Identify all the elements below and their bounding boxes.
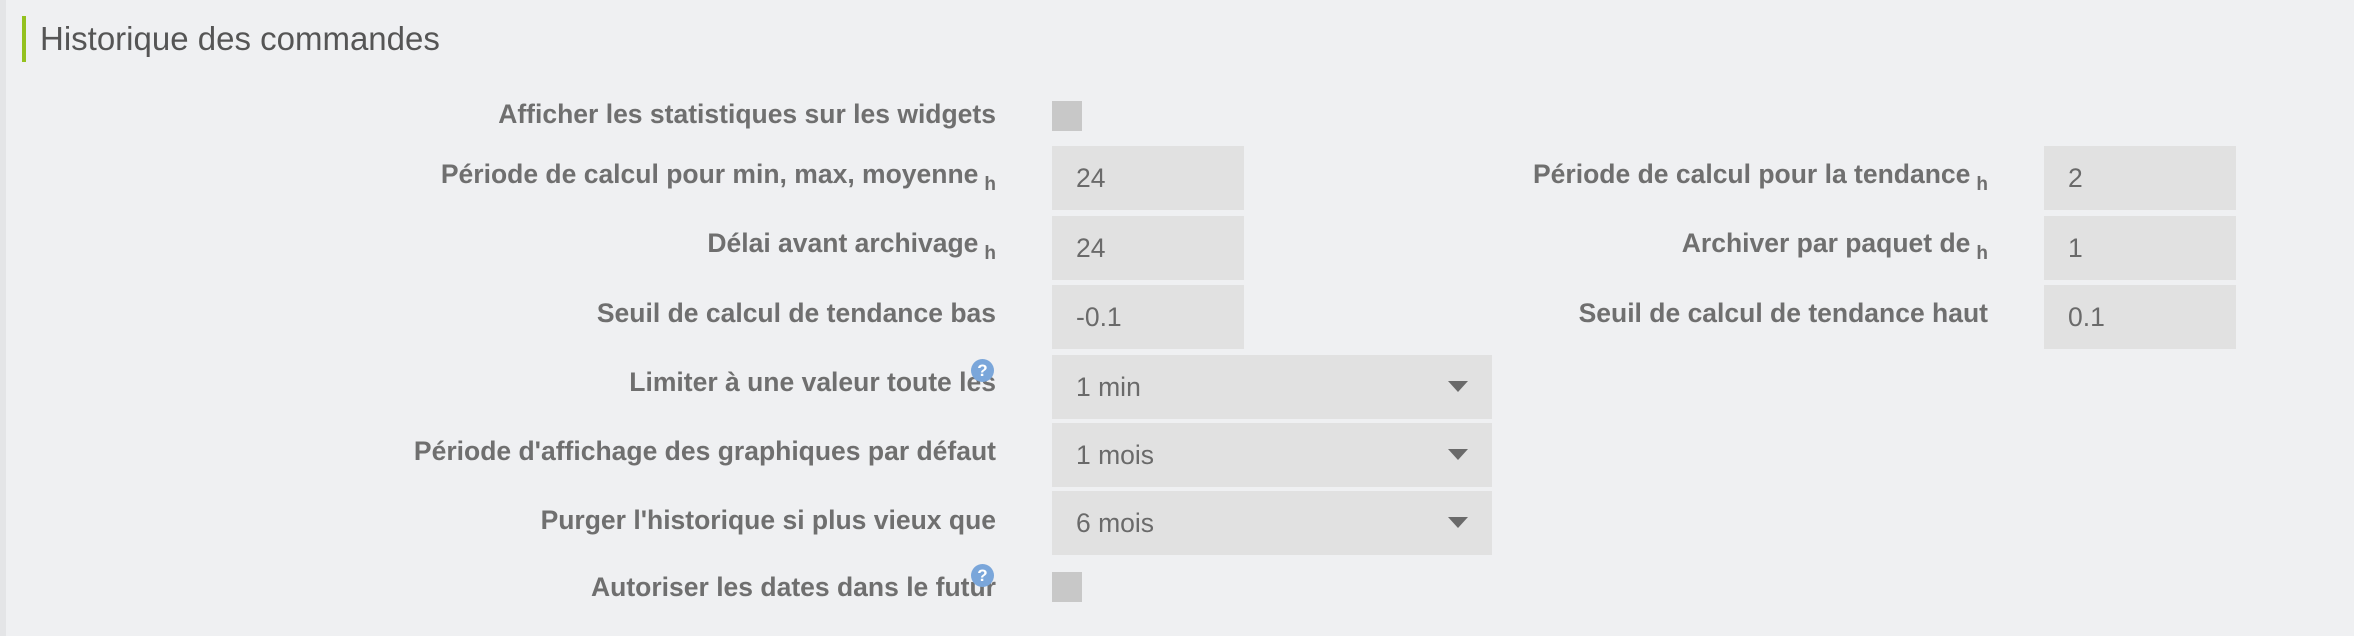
trend-high-input[interactable]: 0.1	[2044, 285, 2236, 349]
allow-future-label-text: Autoriser les dates dans le futur	[591, 572, 996, 602]
minmax-period-label: Période de calcul pour min, max, moyenne…	[441, 156, 996, 196]
minmax-period-input[interactable]: 24	[1052, 146, 1244, 210]
trend-period-value: 2	[2068, 163, 2083, 193]
trend-low-input[interactable]: -0.1	[1052, 285, 1244, 349]
chevron-down-icon	[1448, 517, 1468, 528]
limit-value-select[interactable]: 1 min	[1052, 355, 1492, 419]
trend-low-value: -0.1	[1076, 302, 1122, 332]
minmax-period-label-text: Période de calcul pour min, max, moyenne	[440, 159, 979, 189]
trend-period-unit: h	[1976, 174, 1988, 195]
limit-value-help-icon[interactable]: ?	[971, 359, 994, 382]
limit-value-label-text: Limiter à une valeur toute les	[629, 367, 996, 397]
graph-period-label-text: Période d'affichage des graphiques par d…	[413, 436, 996, 466]
trend-low-label: Seuil de calcul de tendance bas	[597, 295, 996, 331]
show-stats-label-text: Afficher les statistiques sur les widget…	[498, 99, 996, 129]
archive-delay-label-text: Délai avant archivage	[707, 228, 979, 258]
trend-period-label-text: Période de calcul pour la tendance	[1533, 159, 1971, 189]
trend-period-input[interactable]: 2	[2044, 146, 2236, 210]
trend-high-label: Seuil de calcul de tendance haut	[1579, 295, 1988, 331]
archive-packet-label-text: Archiver par paquet de	[1681, 228, 1971, 258]
allow-future-label: Autoriser les dates dans le futur	[591, 569, 996, 605]
section-title: Historique des commandes	[22, 16, 440, 62]
limit-value-selected: 1 min	[1076, 372, 1141, 402]
archive-delay-value: 24	[1076, 233, 1106, 263]
graph-period-select[interactable]: 1 mois	[1052, 423, 1492, 487]
allow-future-checkbox[interactable]	[1052, 572, 1082, 602]
purge-history-label-text: Purger l'historique si plus vieux que	[540, 505, 996, 535]
purge-history-selected: 6 mois	[1076, 508, 1155, 538]
archive-packet-input[interactable]: 1	[2044, 216, 2236, 280]
trend-period-label: Période de calcul pour la tendance h	[1533, 156, 1988, 196]
limit-value-label: Limiter à une valeur toute les	[629, 364, 996, 400]
trend-high-label-text: Seuil de calcul de tendance haut	[1578, 298, 1988, 328]
allow-future-help-icon[interactable]: ?	[971, 564, 994, 587]
trend-high-value: 0.1	[2068, 302, 2105, 332]
chevron-down-icon	[1448, 449, 1468, 460]
chevron-down-icon	[1448, 381, 1468, 392]
graph-period-label: Période d'affichage des graphiques par d…	[414, 433, 996, 469]
archive-delay-input[interactable]: 24	[1052, 216, 1244, 280]
archive-packet-value: 1	[2068, 233, 2083, 263]
purge-history-label: Purger l'historique si plus vieux que	[541, 502, 996, 538]
archive-delay-unit: h	[984, 243, 996, 264]
minmax-period-unit: h	[984, 174, 996, 195]
archive-packet-unit: h	[1976, 243, 1988, 264]
show-stats-checkbox[interactable]	[1052, 101, 1082, 131]
minmax-period-value: 24	[1076, 163, 1106, 193]
archive-delay-label: Délai avant archivage h	[707, 225, 996, 265]
left-border	[0, 0, 6, 636]
trend-low-label-text: Seuil de calcul de tendance bas	[596, 298, 996, 328]
graph-period-selected: 1 mois	[1076, 440, 1155, 470]
show-stats-label: Afficher les statistiques sur les widget…	[498, 96, 996, 132]
purge-history-select[interactable]: 6 mois	[1052, 491, 1492, 555]
archive-packet-label: Archiver par paquet de h	[1682, 225, 1988, 265]
